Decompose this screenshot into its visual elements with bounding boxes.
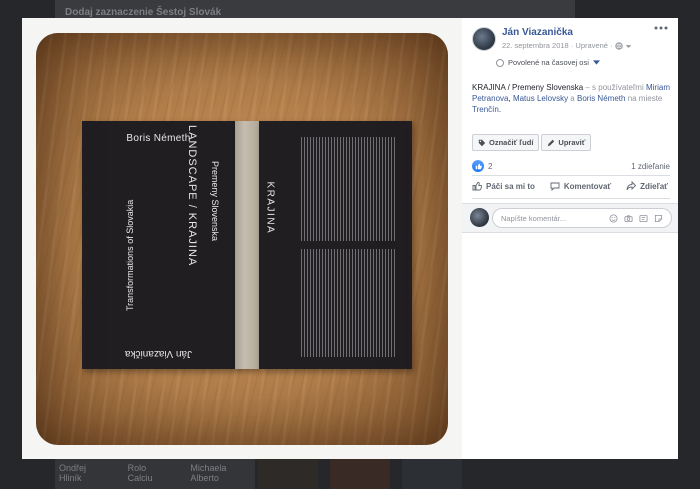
chevron-down-icon[interactable] xyxy=(625,43,632,50)
book-back-cover: KRAJINA xyxy=(259,120,412,369)
divider xyxy=(472,175,670,176)
tagged-person-link[interactable]: Boris Németh xyxy=(577,94,625,103)
thumbs-up-icon xyxy=(472,181,482,191)
photo-action-buttons: Označiť ľudí Upraviť xyxy=(472,134,592,151)
timeline-circle-icon xyxy=(496,58,504,67)
place-link[interactable]: Trenčín xyxy=(472,105,499,114)
background-friends-strip: Ondřej Hliník Rolo Calciu Michaela Alber… xyxy=(55,459,255,489)
like-reaction-icon xyxy=(472,160,484,172)
post-caption: KRAJINA / Premeny Slovenska – s používat… xyxy=(472,82,670,115)
edit-button[interactable]: Upraviť xyxy=(541,134,592,151)
avatar xyxy=(470,208,489,227)
back-cover-text-gap xyxy=(301,240,395,249)
like-button[interactable]: Páči sa mi to xyxy=(472,181,535,191)
caption-with-text: – s používateľmi xyxy=(583,83,644,92)
cover-title-main: LANDSCAPE / KRAJINA xyxy=(186,124,198,266)
comment-button[interactable]: Komentovať xyxy=(550,181,611,191)
share-label: Zdieľať xyxy=(640,181,668,191)
tag-people-label: Označiť ľudí xyxy=(489,138,534,147)
sticker-icon[interactable] xyxy=(654,214,663,223)
privacy-globe-icon[interactable] xyxy=(614,42,623,50)
tag-people-button[interactable]: Označiť ľudí xyxy=(472,134,540,151)
caption-place-text: na mieste xyxy=(627,94,663,103)
emoji-icon[interactable] xyxy=(609,213,618,223)
comment-bubble-icon xyxy=(550,181,560,191)
comment-label: Komentovať xyxy=(563,181,612,191)
cover-title-english: Transformations of Slovakia xyxy=(125,199,135,311)
edit-label: Upraviť xyxy=(558,138,586,147)
cover-title-slovak: Premeny Slovenska xyxy=(210,160,220,241)
book-spine xyxy=(235,120,259,369)
divider xyxy=(472,198,670,199)
tagged-person-link[interactable]: Matus Lelovsky xyxy=(513,94,568,103)
post-date[interactable]: 22. septembra 2018 xyxy=(502,41,569,50)
comment-tools xyxy=(609,213,663,223)
post-side-panel: Ján Viazanička 22. septembra 2018 · Upra… xyxy=(462,18,678,459)
meta-separator: · xyxy=(610,41,613,50)
comment-placeholder: Napíšte komentár... xyxy=(501,213,567,223)
background-thumbnail xyxy=(258,459,318,489)
caret-down-icon xyxy=(592,60,600,65)
timeline-label: Povolené na časovej osi xyxy=(508,58,589,67)
book-front-cover: Boris Németh Transformations of Slovakia… xyxy=(82,120,235,369)
comment-composer: Napíšte komentár... xyxy=(462,203,678,233)
photo-viewer-modal: Boris Németh Transformations of Slovakia… xyxy=(22,18,678,459)
avatar[interactable] xyxy=(472,27,496,51)
cover-author-inverted: Ján Viazanička xyxy=(124,347,193,359)
meta-separator: · xyxy=(570,41,574,50)
post-header: Ján Viazanička 22. septembra 2018 · Upra… xyxy=(462,18,678,67)
background-thumbnail xyxy=(402,459,462,489)
like-summary[interactable]: 2 xyxy=(472,160,492,172)
background-friend-label: Michaela Alberto xyxy=(190,463,227,483)
photo-stage[interactable]: Boris Németh Transformations of Slovakia… xyxy=(22,18,462,459)
background-friend-label: Rolo Calciu xyxy=(127,463,153,483)
share-count[interactable]: 1 zdieľanie xyxy=(631,162,670,171)
author-name[interactable]: Ján Viazanička xyxy=(502,27,573,38)
share-button[interactable]: Zdieľať xyxy=(626,181,668,191)
post-photo[interactable]: Boris Németh Transformations of Slovakia… xyxy=(36,32,448,445)
caption-comma: , xyxy=(508,94,511,103)
caption-and-text: a xyxy=(568,94,577,103)
cover-author: Boris Németh xyxy=(126,132,191,144)
background-thumbnail xyxy=(330,459,390,489)
camera-icon[interactable] xyxy=(624,214,633,223)
post-meta: 22. septembra 2018 · Upravené · xyxy=(502,41,632,50)
caption-title: KRAJINA / Premeny Slovenska xyxy=(472,83,584,92)
like-count: 2 xyxy=(488,161,493,171)
caption-period: . xyxy=(498,105,502,114)
pencil-icon xyxy=(547,139,555,147)
comment-input[interactable]: Napíšte komentár... xyxy=(492,208,672,228)
gif-icon[interactable] xyxy=(639,214,648,223)
tag-icon xyxy=(478,139,486,147)
share-arrow-icon xyxy=(626,181,637,191)
reactions-bar: 2 1 zdieľanie xyxy=(472,160,670,172)
more-options-icon[interactable] xyxy=(654,25,668,31)
back-cover-title: KRAJINA xyxy=(264,181,276,234)
like-label: Páči sa mi to xyxy=(486,181,535,191)
edited-label[interactable]: Upravené xyxy=(575,41,608,50)
timeline-visibility[interactable]: Povolené na časovej osi xyxy=(496,58,600,67)
background-friend-label: Ondřej Hliník xyxy=(59,463,87,483)
post-actions: Páči sa mi to Komentovať Zdieľať xyxy=(468,181,672,191)
